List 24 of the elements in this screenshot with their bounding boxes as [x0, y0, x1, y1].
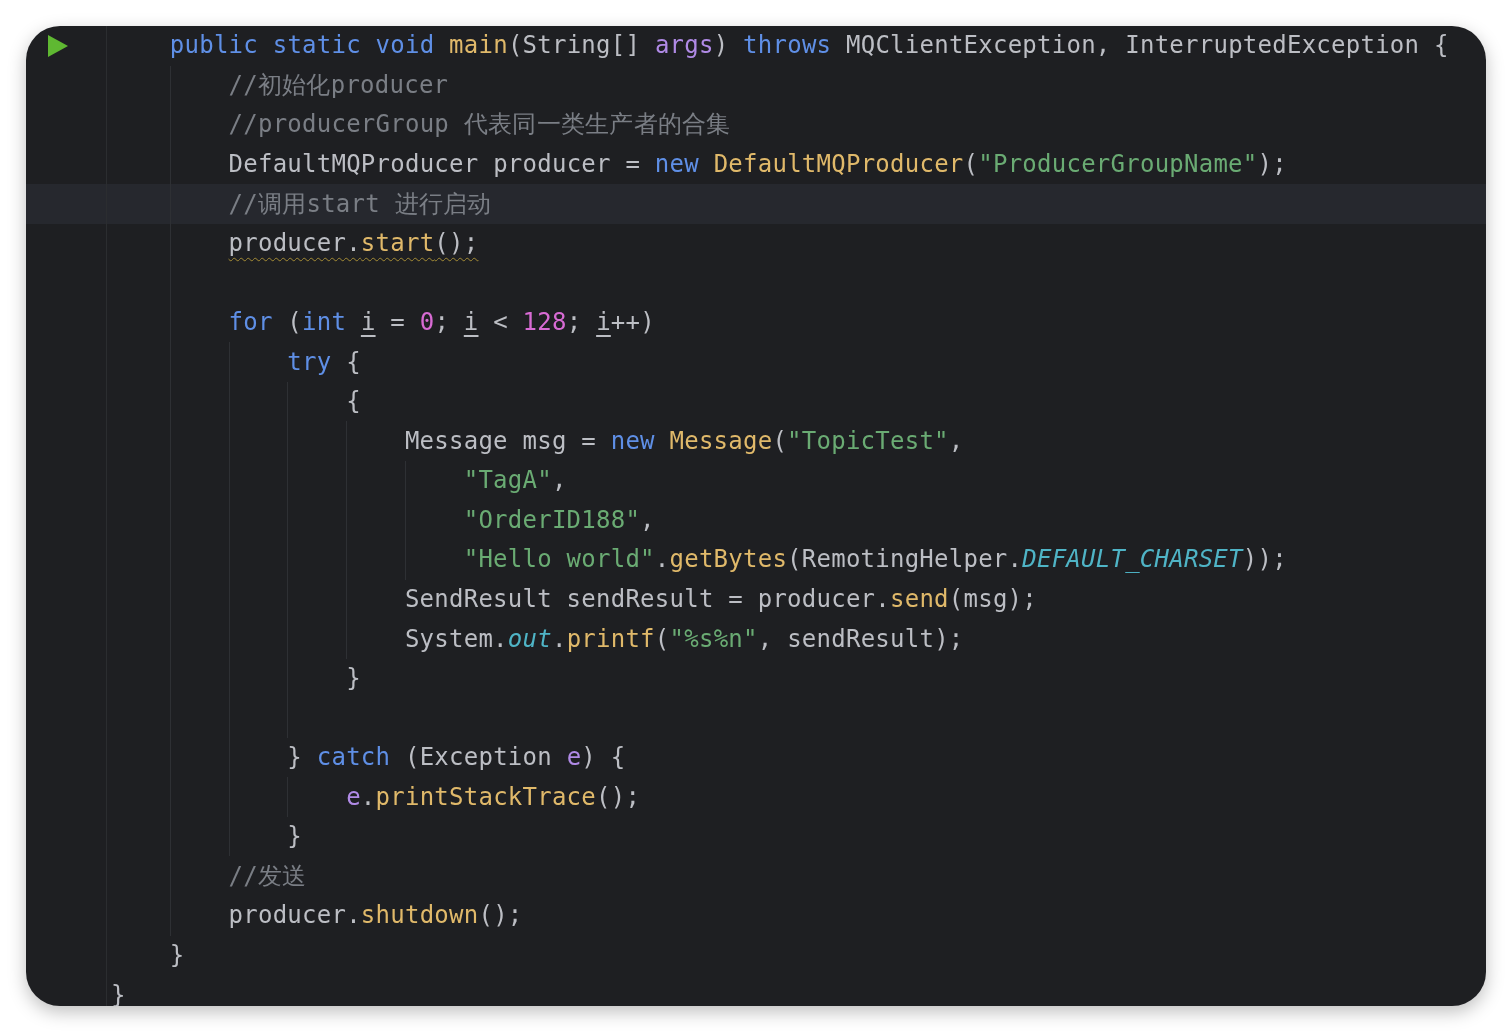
code-line: }: [346, 664, 361, 693]
code-comment: //producerGroup 代表同一类生产者的合集: [228, 110, 731, 140]
code-line: }: [169, 940, 185, 970]
code-line: }: [111, 980, 126, 1006]
code-line: "TagA",: [463, 466, 567, 496]
code-line: e.printStackTrace();: [346, 782, 641, 812]
code-comment: //发送: [228, 861, 307, 891]
code-line: System.out.printf("%s%n", sendResult);: [404, 624, 964, 654]
code-line: try {: [287, 347, 361, 377]
code-line: DefaultMQProducer producer = new DefaultMQProducer("ProducerGroupName");: [228, 150, 1287, 179]
code-line: "Hello world".getBytes(RemotingHelper.DEFAULT_CHARSET));: [463, 545, 1287, 575]
code-line: producer.start();: [228, 229, 479, 258]
code-line: public static void main(String[] args) throws MQClientException, InterruptedException {: [169, 31, 1449, 61]
code-line: for (int i = 0; i < 128; i++): [228, 308, 655, 337]
code-comment: //初始化producer: [228, 70, 449, 100]
code-line: producer.shutdown();: [228, 901, 523, 931]
code-line: Message msg = new Message("TopicTest",: [404, 426, 964, 456]
code-line: "OrderID188",: [463, 505, 655, 535]
code-line: {: [346, 387, 361, 417]
code-line: } catch (Exception e) {: [287, 743, 626, 772]
code-line: SendResult sendResult = producer.send(msg);: [404, 585, 1037, 614]
code-comment: //调用start 进行启动: [228, 189, 492, 219]
code-line: }: [287, 822, 303, 852]
run-icon[interactable]: [48, 34, 68, 57]
